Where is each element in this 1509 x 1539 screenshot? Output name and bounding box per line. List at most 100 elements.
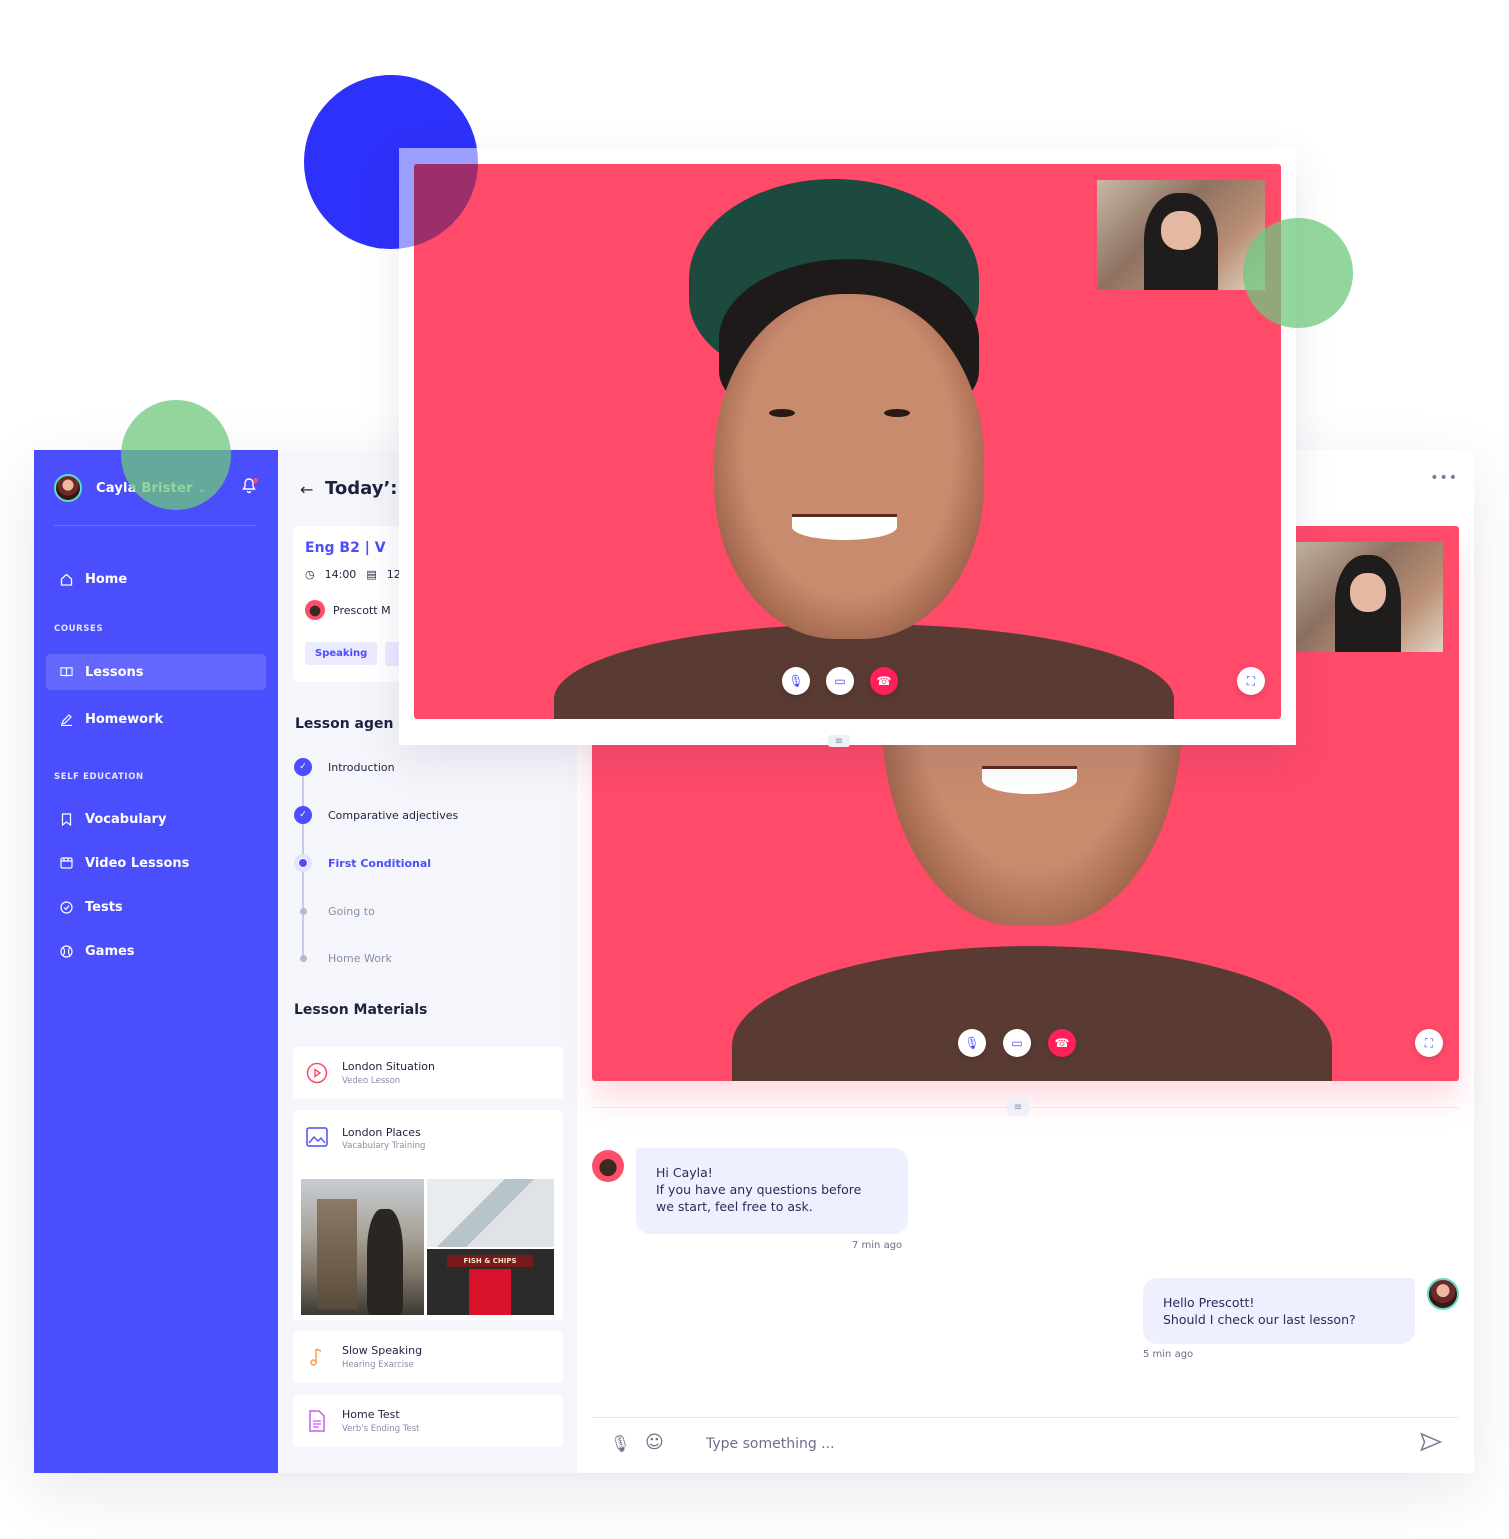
agenda-step-label: Going to (328, 904, 375, 918)
chat-message-outgoing: Hello Prescott! Should I check our last … (1143, 1278, 1415, 1344)
self-view[interactable] (1293, 542, 1443, 652)
agenda-step-label: Introduction (328, 760, 395, 774)
material-title: London Places (342, 1126, 421, 1139)
fullscreen-button[interactable]: ⛶ (1237, 667, 1265, 695)
pencil-icon (60, 713, 73, 726)
ball-icon (60, 944, 73, 958)
more-options-icon[interactable]: ••• (1430, 470, 1458, 486)
arrow-left-icon[interactable]: ← (300, 480, 313, 499)
teacher: Prescott M (305, 600, 391, 620)
clock-icon: ◷ (305, 568, 315, 581)
photo-fish-and-chips[interactable]: FISH & CHIPS (427, 1249, 554, 1315)
sidebar-item-video-lessons[interactable]: Video Lessons (46, 845, 266, 881)
sidebar-item-lessons[interactable]: Lessons (46, 654, 266, 690)
chat-message-incoming: Hi Cayla! If you have any questions befo… (636, 1148, 908, 1234)
sidebar-item-label: Vocabulary (85, 811, 167, 827)
camera-button[interactable]: ▭ (826, 667, 854, 695)
sidebar-item-home[interactable]: Home (46, 561, 266, 597)
message-time: 7 min ago (852, 1240, 903, 1251)
fullscreen-button[interactable]: ⛶ (1415, 1029, 1443, 1057)
microphone-button[interactable]: 🎙︎ (958, 1029, 986, 1057)
sidebar-item-label: Homework (85, 711, 164, 727)
material-title: Home Test (342, 1408, 400, 1422)
agenda-step-label: First Conditional (328, 856, 432, 870)
end-call-button[interactable]: ☎︎ (870, 667, 898, 695)
avatar[interactable] (54, 474, 82, 502)
sidebar-item-games[interactable]: Games (46, 933, 266, 969)
agenda-step[interactable]: ✓ Comparative adjectives (294, 806, 458, 824)
microphone-button[interactable]: 🎙︎ (782, 667, 810, 695)
sidebar: Cayla Brister⌄ Home COURSES Lessons Home… (34, 450, 278, 1473)
agenda-title: Lesson agen (295, 716, 394, 732)
check-icon: ✓ (294, 758, 312, 776)
microphone-icon: 🎙︎ (788, 674, 804, 688)
end-call-button[interactable]: ☎︎ (1048, 1029, 1076, 1057)
agenda-step-current[interactable]: First Conditional (294, 854, 431, 872)
pending-step-icon (294, 949, 312, 967)
avatar (592, 1150, 624, 1182)
agenda-step[interactable]: Going to (294, 902, 375, 920)
materials-title: Lesson Materials (294, 1002, 428, 1018)
self-view[interactable] (1097, 180, 1265, 290)
material-item[interactable]: Home Test Verb's Ending Test (293, 1395, 563, 1447)
document-icon (306, 1410, 328, 1432)
agenda-step-label: Home Work (328, 951, 392, 965)
sidebar-item-homework[interactable]: Homework (46, 701, 266, 737)
material-item[interactable]: London Situation Vedeo Lesson (293, 1047, 563, 1099)
send-icon[interactable] (1420, 1432, 1443, 1456)
sidebar-item-label: Video Lessons (85, 855, 190, 871)
material-subtitle: Vedeo Lesson (342, 1075, 401, 1086)
photo-westminster[interactable] (301, 1179, 424, 1315)
shop-sign: FISH & CHIPS (447, 1255, 533, 1267)
camera-button[interactable]: ▭ (1003, 1029, 1031, 1057)
emoji-icon[interactable]: ☺ (645, 1432, 664, 1453)
material-title: Slow Speaking (342, 1344, 423, 1358)
divider (592, 1417, 1459, 1418)
resize-handle[interactable]: ≡ (1007, 1098, 1029, 1116)
avatar (1427, 1278, 1459, 1310)
decor-circle-green (121, 400, 231, 510)
divider (54, 525, 257, 526)
sidebar-item-label: Tests (85, 899, 123, 915)
resize-handle[interactable]: ≡ (828, 735, 850, 747)
fullscreen-icon: ⛶ (1246, 673, 1256, 688)
sidebar-item-label: Lessons (85, 664, 144, 680)
section-label-self-education: SELF EDUCATION (54, 772, 144, 782)
agenda-step[interactable]: ✓ Introduction (294, 758, 395, 776)
home-icon (60, 573, 73, 586)
notification-dot (253, 478, 258, 483)
teacher-name: Prescott M (333, 603, 391, 617)
check-circle-icon (60, 900, 73, 914)
hang-up-icon: ☎︎ (876, 674, 892, 688)
material-subtitle: Verb's Ending Test (342, 1423, 420, 1434)
sidebar-item-vocabulary[interactable]: Vocabulary (46, 801, 266, 837)
avatar (305, 600, 325, 620)
material-item[interactable]: Slow Speaking Hearing Exarcise (293, 1331, 563, 1383)
camera-icon: ▭ (834, 674, 846, 688)
agenda-step[interactable]: Home Work (294, 949, 392, 967)
sidebar-item-label: Home (85, 571, 128, 587)
pending-step-icon (294, 902, 312, 920)
video-feed-main: 🎙︎ ▭ ☎︎ ⛶ (414, 164, 1281, 719)
agenda-step-label: Comparative adjectives (328, 808, 459, 822)
material-subtitle: Hearing Exarcise (342, 1359, 414, 1370)
material-subtitle: Vacabulary Training (342, 1141, 426, 1152)
floating-video-window: 🎙︎ ▭ ☎︎ ⛶ ≡ (399, 148, 1296, 747)
lesson-title: Eng B2 | V (305, 540, 386, 556)
message-input[interactable]: Type something ... (706, 1436, 835, 1452)
microphone-icon: 🎙︎ (964, 1036, 980, 1050)
music-note-icon (306, 1346, 328, 1368)
photo-building[interactable] (427, 1179, 554, 1247)
bell-icon[interactable] (242, 478, 258, 494)
message-time: 5 min ago (1143, 1349, 1194, 1360)
section-label-courses: COURSES (54, 624, 104, 634)
current-step-icon (294, 854, 312, 872)
lesson-time: 14:00 (324, 568, 357, 581)
material-item-gallery[interactable]: London Places Vacabulary Training FISH & … (293, 1110, 563, 1320)
tag-speaking[interactable]: Speaking (305, 642, 378, 665)
video-icon (60, 857, 73, 870)
caller-face (714, 294, 984, 639)
image-icon (306, 1126, 328, 1151)
sidebar-item-tests[interactable]: Tests (46, 889, 266, 925)
microphone-icon[interactable]: 🎙︎ (610, 1434, 630, 1453)
